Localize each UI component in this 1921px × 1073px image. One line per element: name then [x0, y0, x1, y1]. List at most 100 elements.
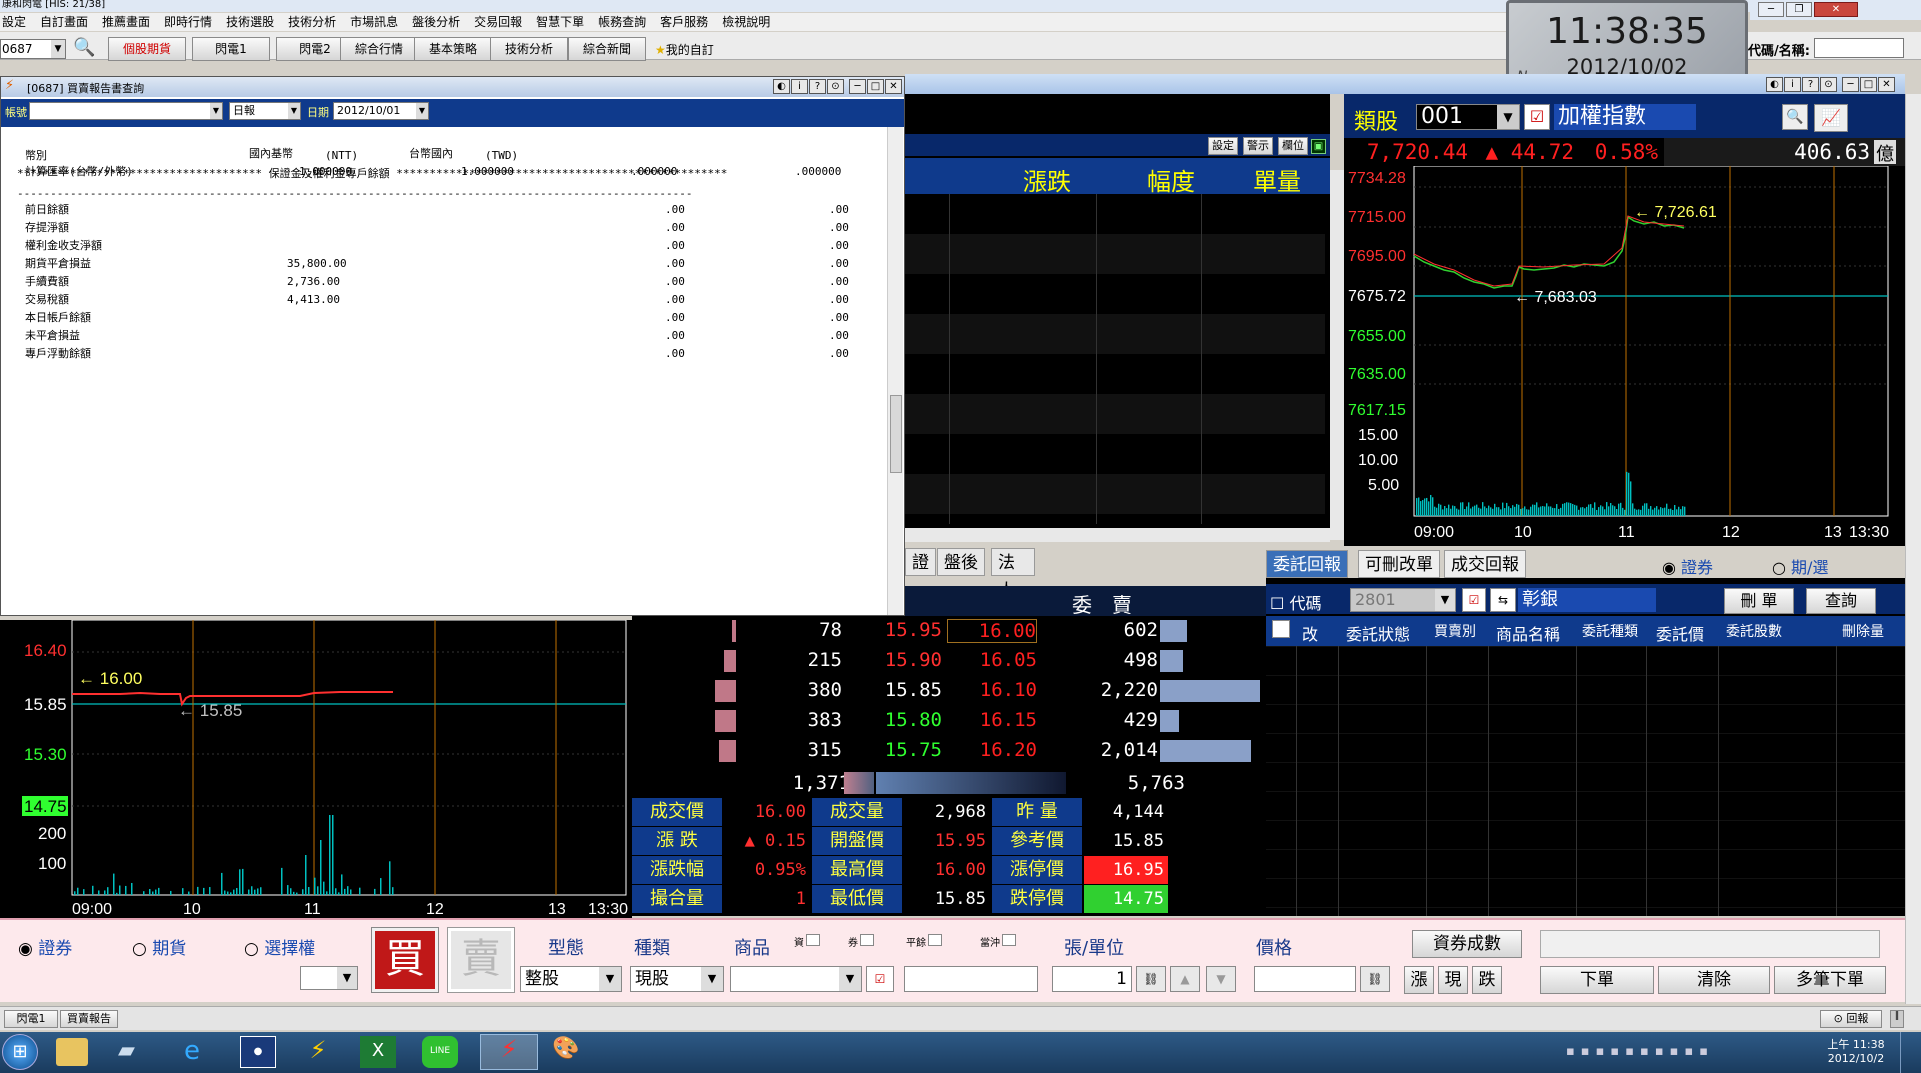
menu-item[interactable]: 交易回報 — [474, 15, 522, 29]
menu-item[interactable]: 自訂畫面 — [40, 15, 88, 29]
grid-icon[interactable]: ▣ — [1311, 139, 1326, 154]
col-header[interactable]: 委託種類 — [1582, 621, 1638, 641]
col-header[interactable]: 商品名稱 — [1496, 621, 1560, 645]
check-icon[interactable]: ☑ — [1462, 588, 1486, 612]
quote-list-hscroll[interactable] — [905, 528, 1330, 542]
radio-securities[interactable]: ◉ 證券 — [1662, 554, 1713, 578]
product-select[interactable]: ▼ — [730, 966, 862, 992]
checkbox-icon[interactable]: ☑ — [1524, 104, 1550, 130]
start-button[interactable]: ⊞ — [2, 1034, 38, 1070]
concord-icon[interactable]: ● — [240, 1036, 276, 1068]
col-header-change[interactable]: 漲跌 — [997, 162, 1097, 197]
pin-icon[interactable]: ⊙ — [827, 79, 844, 94]
pin-icon[interactable]: ⊙ — [1820, 77, 1837, 92]
menu-item[interactable]: 檢視說明 — [722, 15, 770, 29]
alert-button[interactable]: 警示 — [1243, 137, 1273, 155]
chevron-down-icon[interactable]: ▼ — [1497, 105, 1519, 129]
market-button[interactable]: 現 — [1438, 966, 1468, 994]
minimize-icon[interactable]: ─ — [1758, 2, 1784, 17]
minimize-icon[interactable]: ─ — [1842, 77, 1859, 92]
account-select[interactable]: ▼ — [29, 102, 223, 120]
close-icon[interactable]: ✕ — [1814, 2, 1858, 17]
flash-app-icon[interactable]: ⚡ — [300, 1036, 336, 1068]
code-name-input[interactable] — [1814, 38, 1904, 58]
chevron-down-icon[interactable]: ▼ — [599, 967, 621, 991]
col-header[interactable]: 改 — [1302, 621, 1318, 645]
status-tab-flash1[interactable]: 閃電1 — [4, 1010, 58, 1028]
qty-up-icon[interactable]: ▲ — [1170, 966, 1200, 992]
close-icon[interactable]: ✕ — [1878, 77, 1895, 92]
radio-futures[interactable]: ○ 期/選 — [1772, 554, 1828, 578]
min-icon[interactable]: ◐ — [1766, 77, 1783, 92]
columns-button[interactable]: 欄位 — [1278, 137, 1308, 155]
flash-active-icon[interactable]: ⚡ — [480, 1034, 538, 1070]
menu-item[interactable]: 技術分析 — [288, 15, 336, 29]
margin-ratio-button[interactable]: 資券成數 — [1412, 930, 1522, 958]
tab-order-report[interactable]: 委託回報 — [1266, 550, 1348, 578]
code-select[interactable]: 2801 ▼ — [1350, 588, 1456, 612]
chevron-down-icon[interactable]: ▼ — [701, 967, 723, 991]
select-all-checkbox[interactable] — [1272, 620, 1290, 638]
help-icon[interactable]: ? — [1802, 77, 1819, 92]
show-desktop-button[interactable] — [1900, 1032, 1921, 1073]
col-header[interactable]: 刪除量 — [1842, 621, 1884, 641]
help-icon[interactable]: ? — [809, 79, 826, 94]
menu-item[interactable]: 技術選股 — [226, 15, 274, 29]
price-input[interactable] — [1254, 966, 1356, 992]
chevron-down-icon[interactable]: ▼ — [337, 967, 357, 989]
col-header[interactable]: 買賣別 — [1434, 621, 1476, 641]
qty-down-icon[interactable]: ▼ — [1206, 966, 1236, 992]
kind-select[interactable]: 現股 ▼ — [630, 966, 724, 992]
toolbar-btn-news[interactable]: 綜合新聞 — [568, 37, 646, 61]
scroll-thumb[interactable] — [890, 395, 902, 473]
period-select[interactable]: 日報 ▼ — [229, 102, 301, 120]
quote-list-vscroll[interactable] — [1330, 170, 1344, 540]
date-select[interactable]: 2012/10/01 ▼ — [333, 102, 429, 120]
buy-button[interactable]: 買 — [371, 927, 439, 993]
delete-order-button[interactable]: 刪 單 — [1724, 588, 1794, 614]
clear-button[interactable]: 清除 — [1658, 966, 1770, 994]
tab-institutional[interactable]: 法人 — [991, 548, 1035, 601]
chevron-down-icon[interactable]: ▼ — [210, 103, 222, 119]
chart-type-icon[interactable]: 📈 — [1814, 104, 1848, 132]
toolbar-btn-strategy[interactable]: 基本策略 — [414, 37, 492, 61]
chevron-down-icon[interactable]: ▼ — [288, 103, 300, 119]
type-select[interactable]: 整股 ▼ — [520, 966, 622, 992]
code-checkbox[interactable]: ☐ 代碼 — [1270, 590, 1321, 614]
product-name-field[interactable] — [904, 966, 1038, 992]
status-tab-report[interactable]: 買賣報告 — [60, 1010, 118, 1028]
price-link-icon[interactable]: ⛓ — [1360, 966, 1390, 992]
min-icon[interactable]: ◐ — [773, 79, 790, 94]
search-icon[interactable]: 🔍 — [73, 37, 95, 58]
minimize-icon[interactable]: ─ — [849, 79, 866, 94]
toolbar-btn-futures[interactable]: 個股期貨 — [108, 37, 186, 61]
settings-button[interactable]: 設定 — [1208, 137, 1238, 155]
radio-options[interactable]: ○ 選擇權 — [244, 934, 315, 959]
app-icon[interactable]: ▰ — [118, 1038, 148, 1066]
excel-icon[interactable]: X — [360, 1036, 396, 1068]
swap-icon[interactable]: ⇆ — [1490, 588, 1516, 612]
col-header[interactable]: 委託股數 — [1726, 621, 1782, 641]
status-grip-icon[interactable]: ‖ — [1890, 1010, 1904, 1028]
submit-order-button[interactable]: 下單 — [1540, 966, 1654, 994]
info-icon[interactable]: i — [1784, 77, 1801, 92]
menu-item[interactable]: 推薦畫面 — [102, 15, 150, 29]
chevron-down-icon[interactable]: ▼ — [416, 103, 428, 119]
tab-fill-report[interactable]: 成交回報 — [1444, 550, 1526, 578]
tab-after-hours[interactable]: 盤後 — [937, 548, 985, 576]
col-header-volume[interactable]: 單量 — [1227, 162, 1327, 197]
limit-up-button[interactable]: 漲 — [1404, 966, 1434, 994]
chevron-down-icon[interactable]: ▼ — [1435, 589, 1455, 611]
browser-icon[interactable]: e — [176, 1036, 208, 1068]
group-select[interactable]: 001 ▼ — [1416, 104, 1520, 130]
menu-item[interactable]: 智慧下單 — [536, 15, 584, 29]
menu-item[interactable]: 市場訊息 — [350, 15, 398, 29]
chevron-down-icon[interactable]: ▼ — [839, 967, 861, 991]
chevron-down-icon[interactable]: ▼ — [51, 40, 65, 58]
maximize-icon[interactable]: ❐ — [1786, 2, 1812, 17]
info-icon[interactable]: i — [791, 79, 808, 94]
radio-stock[interactable]: ◉ 證券 — [18, 934, 72, 959]
explorer-icon[interactable] — [56, 1038, 88, 1066]
maximize-icon[interactable]: □ — [867, 79, 884, 94]
menu-item[interactable]: 設定 — [2, 15, 26, 29]
